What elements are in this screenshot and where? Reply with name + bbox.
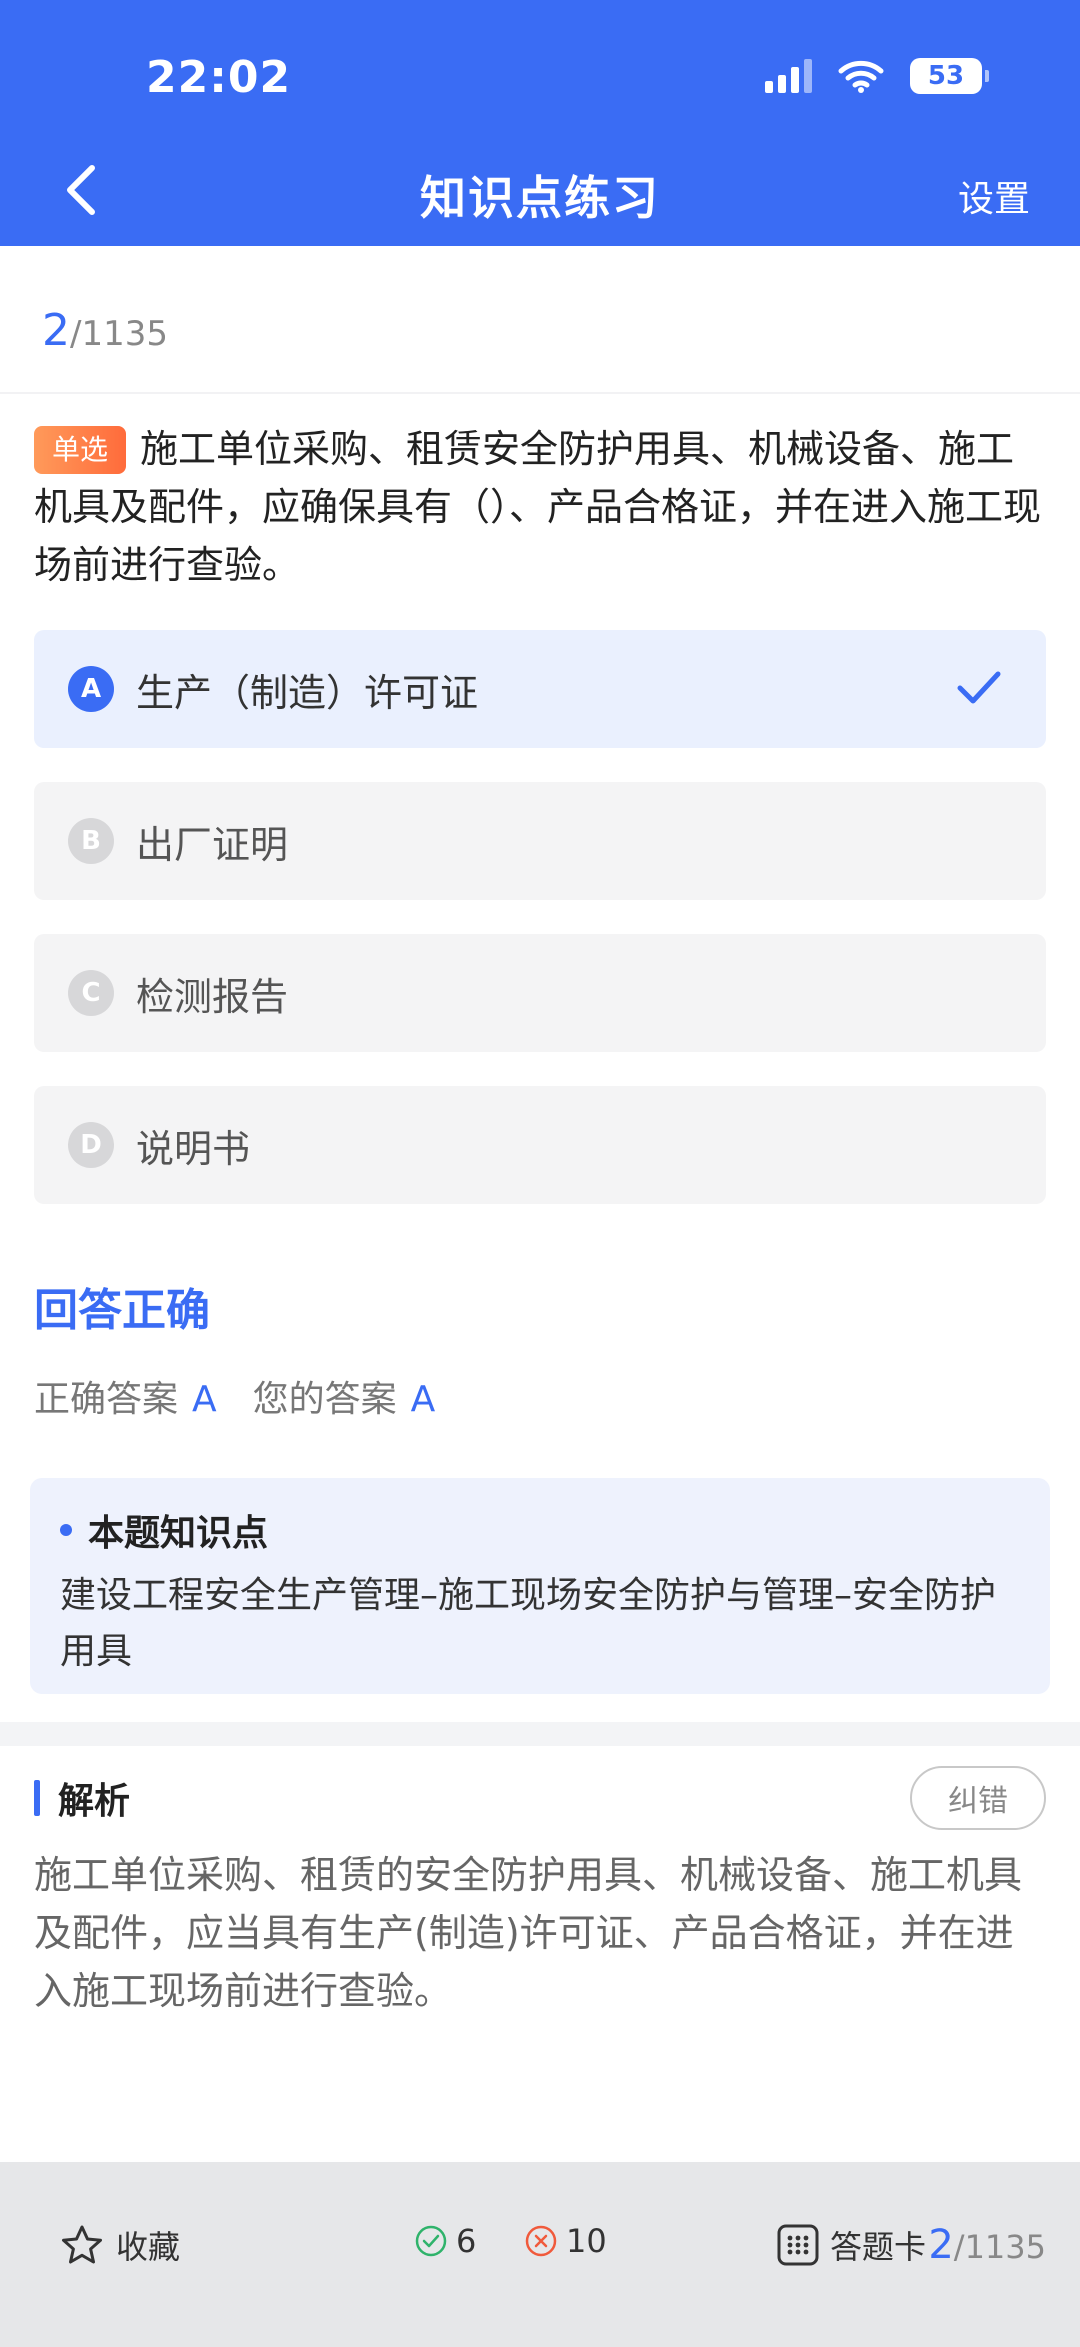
check-icon	[957, 671, 1001, 704]
result-title: 回答正确	[34, 1285, 210, 1336]
correct-answer-label: 正确答案	[34, 1379, 179, 1420]
grid-icon	[777, 2224, 819, 2266]
x-circle-icon	[525, 2225, 557, 2257]
status-icons: 53	[765, 58, 989, 94]
question-type-tag: 单选	[34, 426, 127, 474]
bottom-progress: 2/1135	[928, 2222, 1046, 2268]
settings-button[interactable]: 设置	[958, 170, 1030, 222]
correct-answer-value: A	[192, 1379, 217, 1420]
knowledge-point-header: 本题知识点	[60, 1504, 1020, 1556]
answer-card-label: 答题卡	[830, 2228, 927, 2266]
favorite-label: 收藏	[116, 2228, 181, 2266]
your-answer-label: 您的答案	[252, 1379, 397, 1420]
answer-summary: 正确答案 A 您的答案 A	[34, 1370, 471, 1422]
knowledge-point-title: 本题知识点	[88, 1513, 269, 1554]
analysis-header: 解析	[34, 1772, 130, 1824]
progress-total: /1135	[70, 314, 168, 354]
bottom-progress-current: 2	[928, 2222, 954, 2268]
question-progress: 2/1135	[42, 305, 168, 356]
check-circle-icon	[415, 2225, 447, 2257]
app-header: 22:02 53 知识点练习 设置	[0, 0, 1080, 246]
analysis-text: 施工单位采购、租赁的安全防护用具、机械设备、施工机具及配件，应当具有生产(制造)…	[34, 1853, 1023, 2013]
wifi-icon	[838, 60, 884, 93]
section-separator	[0, 1722, 1080, 1746]
knowledge-point-text: 建设工程安全生产管理–施工现场安全防护与管理–安全防护用具	[60, 1575, 997, 1672]
option-letter: B	[68, 818, 114, 864]
correct-count-value: 6	[456, 2222, 477, 2260]
your-answer-value: A	[410, 1379, 436, 1420]
option-c[interactable]: C 检测报告	[34, 934, 1046, 1052]
question-stem: 单选 施工单位采购、租赁安全防护用具、机械设备、施工机具及配件，应确保具有（）、产…	[34, 420, 1046, 594]
correct-count: 6	[414, 2222, 476, 2260]
bottom-toolbar: 收藏 6 10 答题卡 2/1135	[0, 2162, 1080, 2347]
option-letter: C	[68, 970, 114, 1016]
option-text: 生产（制造）许可证	[136, 670, 479, 715]
battery-indicator: 53	[910, 58, 989, 94]
analysis-title: 解析	[58, 1781, 131, 1822]
question-text: 施工单位采购、租赁安全防护用具、机械设备、施工机具及配件，应确保具有（）、产品合…	[34, 427, 1042, 587]
wrong-count-value: 10	[566, 2222, 607, 2260]
divider	[0, 392, 1080, 394]
option-d[interactable]: D 说明书	[34, 1086, 1046, 1204]
bottom-progress-total: /1135	[953, 2228, 1046, 2266]
cellular-signal-icon	[765, 59, 812, 93]
option-text: 检测报告	[136, 974, 289, 1019]
answer-card-button[interactable]: 答题卡	[776, 2222, 926, 2268]
accent-bar	[34, 1780, 40, 1816]
page-title: 知识点练习	[420, 171, 660, 225]
option-letter: A	[68, 666, 114, 712]
option-a[interactable]: A 生产（制造）许可证	[34, 630, 1046, 748]
option-text: 说明书	[136, 1126, 251, 1171]
star-icon	[62, 2225, 102, 2264]
report-error-button[interactable]: 纠错	[910, 1766, 1046, 1830]
option-b[interactable]: B 出厂证明	[34, 782, 1046, 900]
bullet-dot-icon	[60, 1524, 72, 1536]
option-text: 出厂证明	[136, 822, 289, 867]
progress-current: 2	[42, 305, 70, 356]
wrong-count: 10	[524, 2222, 607, 2260]
favorite-button[interactable]: 收藏	[60, 2222, 180, 2268]
status-time: 22:02	[146, 52, 292, 103]
option-letter: D	[68, 1122, 114, 1168]
knowledge-point-card: 本题知识点 建设工程安全生产管理–施工现场安全防护与管理–安全防护用具	[30, 1478, 1050, 1694]
